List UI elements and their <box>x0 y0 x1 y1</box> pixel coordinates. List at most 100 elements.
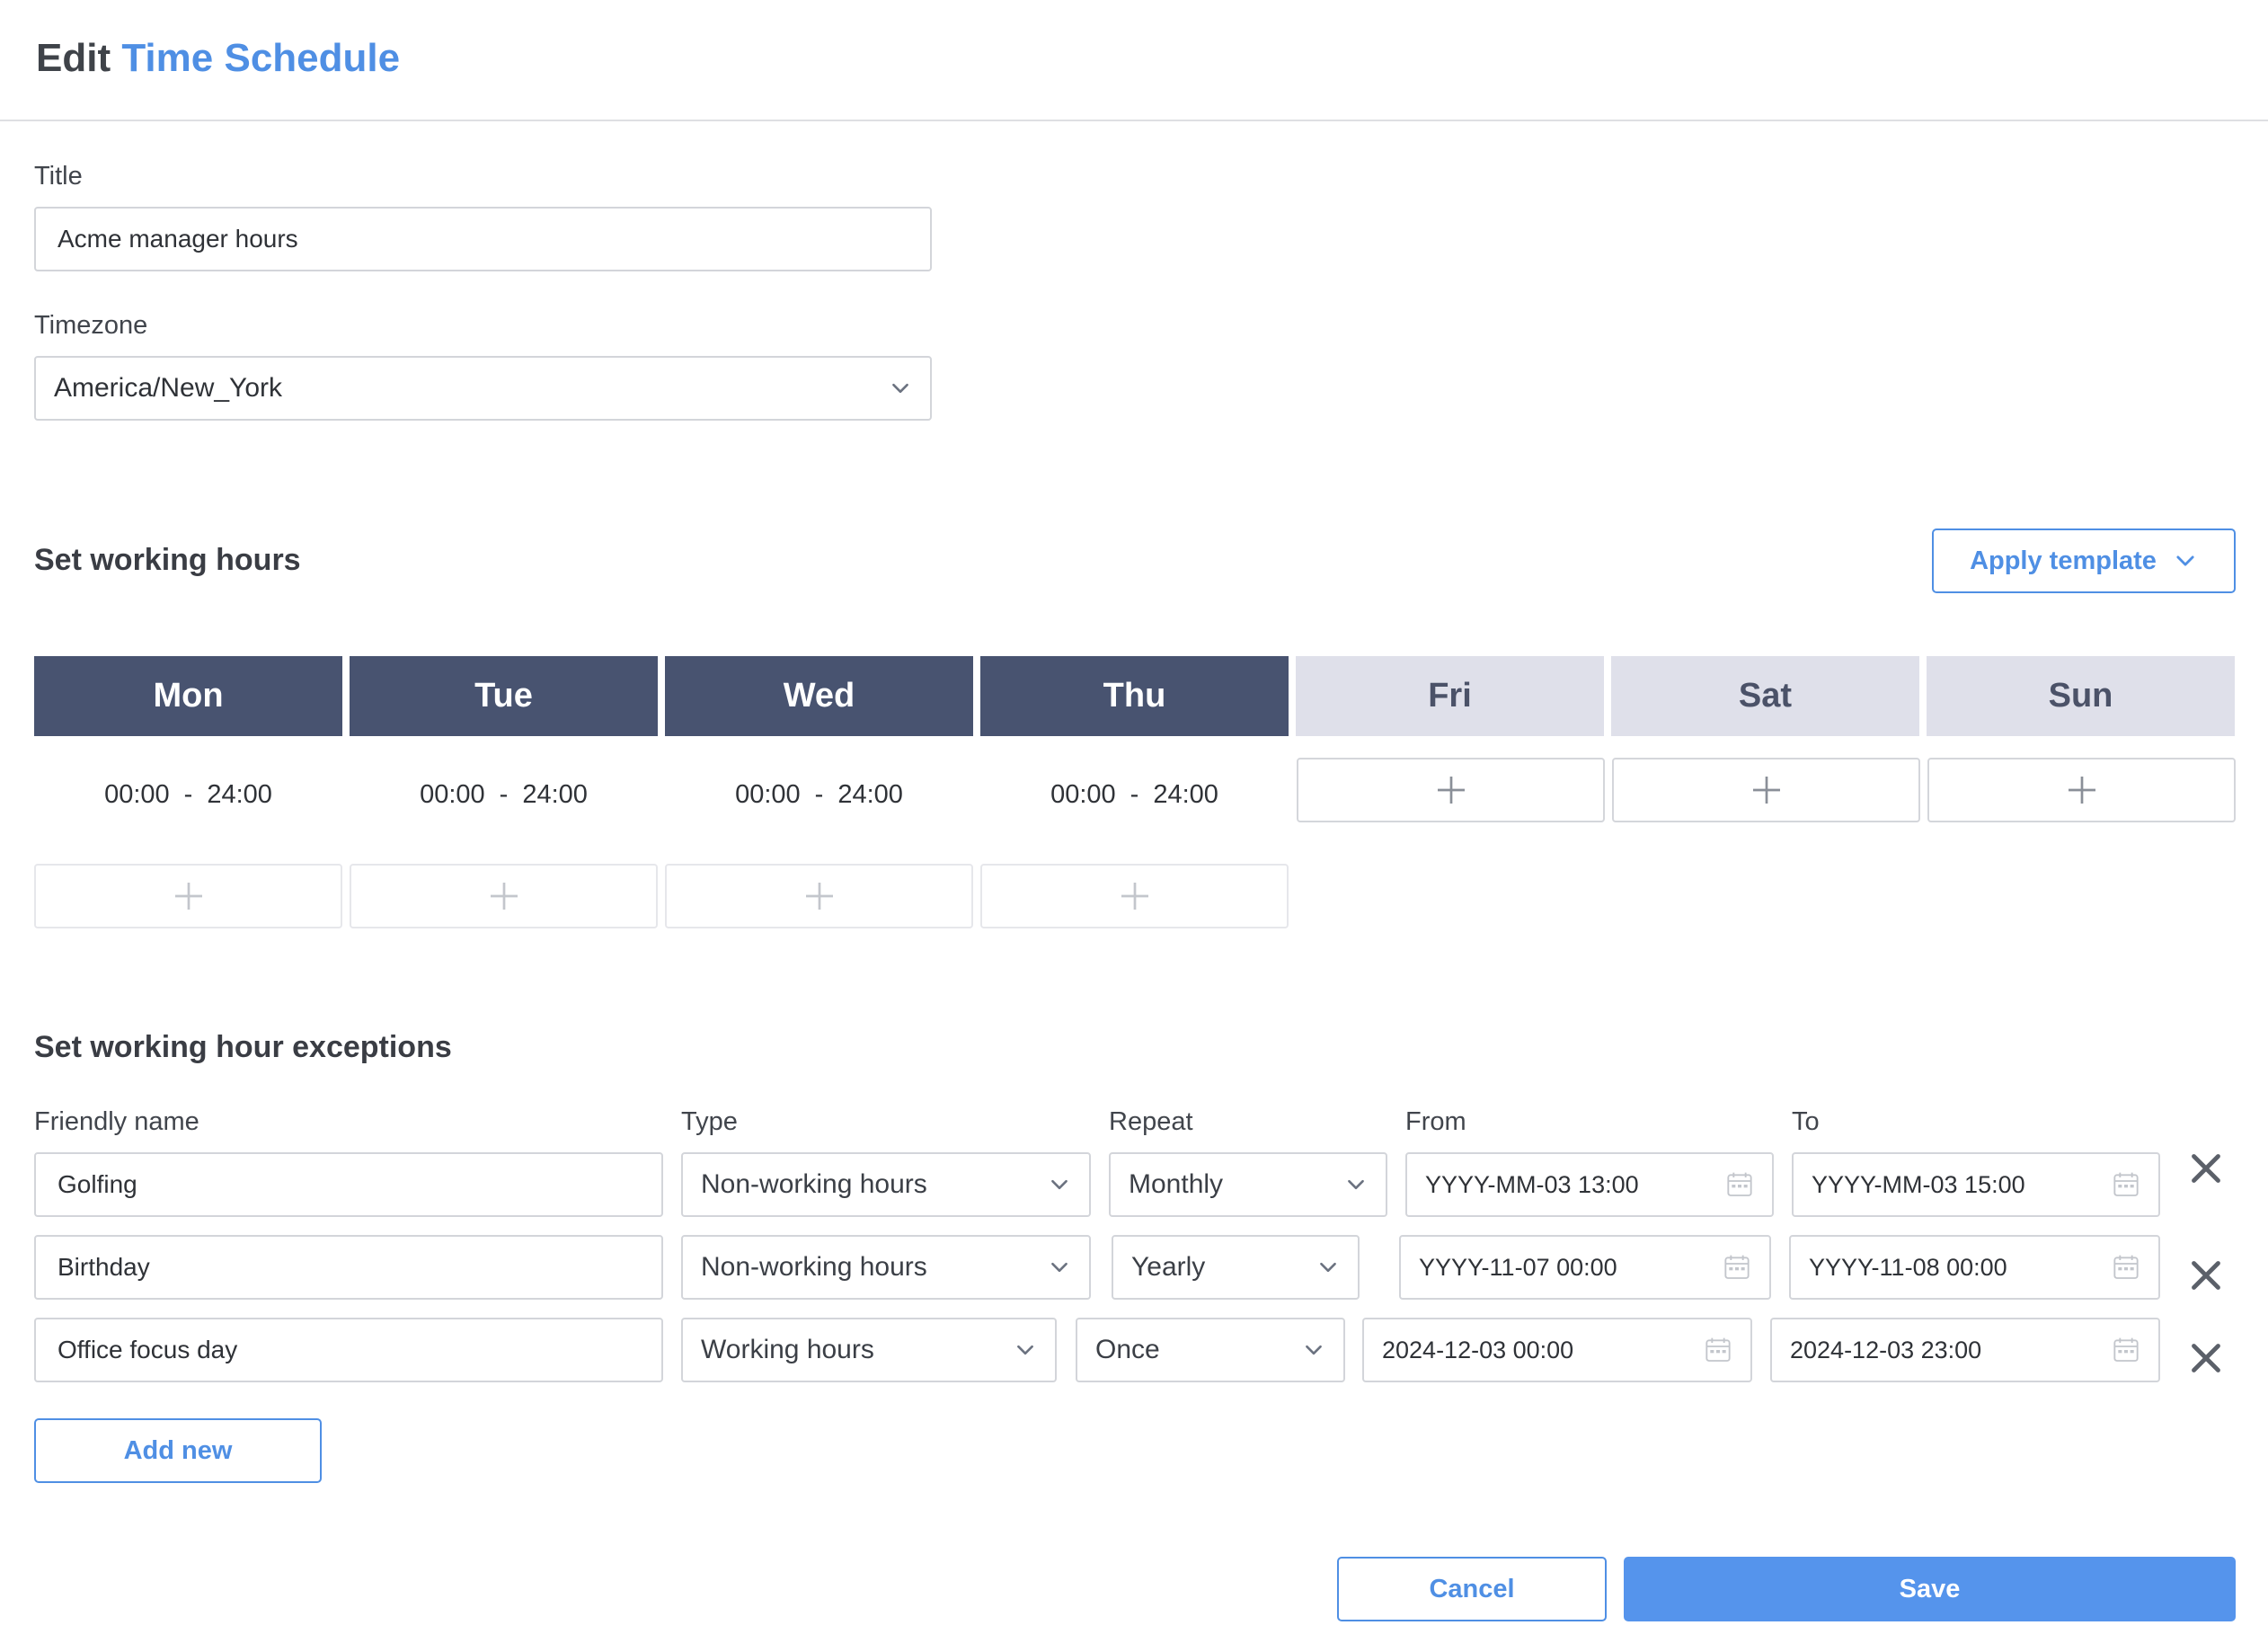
exception-type-value: Working hours <box>701 1335 874 1364</box>
timezone-value: America/New_York <box>54 373 282 403</box>
chevron-down-icon <box>889 377 912 400</box>
exception-from-value: YYYY-MM-03 13:00 <box>1425 1170 1639 1198</box>
exception-name-input[interactable]: Birthday <box>34 1235 663 1300</box>
exception-to-value: YYYY-11-08 00:00 <box>1809 1253 2007 1281</box>
time-range-thu[interactable]: 00:00 - 24:00 <box>980 773 1289 816</box>
remove-exception-button[interactable] <box>2189 1341 2223 1375</box>
timezone-select[interactable]: America/New_York <box>34 356 932 421</box>
save-label: Save <box>1899 1574 1961 1603</box>
close-icon <box>2190 1152 2222 1185</box>
header-divider <box>0 120 2268 121</box>
plus-icon <box>1119 880 1151 912</box>
exception-repeat-value: Yearly <box>1131 1252 1206 1282</box>
plus-icon <box>173 880 205 912</box>
chevron-down-icon <box>1302 1338 1325 1362</box>
day-header-wed[interactable]: Wed <box>665 656 973 736</box>
column-header-repeat: Repeat <box>1109 1107 1193 1136</box>
exception-repeat-value: Once <box>1095 1335 1160 1364</box>
chevron-down-icon <box>1344 1173 1368 1196</box>
calendar-icon[interactable] <box>1723 1253 1751 1282</box>
cancel-button[interactable]: Cancel <box>1337 1557 1607 1621</box>
chevron-down-icon <box>1014 1338 1037 1362</box>
exception-type-value: Non-working hours <box>701 1169 927 1199</box>
time-to[interactable]: 24:00 <box>837 780 903 810</box>
working-hours-title: Set working hours <box>34 543 301 577</box>
exception-to-input[interactable]: 2024-12-03 23:00 <box>1770 1318 2160 1382</box>
chevron-down-icon <box>1048 1256 1071 1279</box>
day-header-mon[interactable]: Mon <box>34 656 342 736</box>
day-header-fri[interactable]: Fri <box>1296 656 1604 736</box>
add-slot-button-sun[interactable] <box>1927 758 2236 822</box>
time-range-mon[interactable]: 00:00 - 24:00 <box>34 773 342 816</box>
day-header-tue[interactable]: Tue <box>350 656 658 736</box>
add-slot-button-fri[interactable] <box>1297 758 1605 822</box>
time-separator: - <box>814 779 824 809</box>
plus-icon <box>2066 774 2098 806</box>
exception-name-input[interactable]: Golfing <box>34 1152 663 1217</box>
save-button[interactable]: Save <box>1624 1557 2236 1621</box>
exceptions-title: Set working hour exceptions <box>34 1030 452 1064</box>
plus-icon <box>803 880 836 912</box>
time-from[interactable]: 00:00 <box>1050 780 1116 810</box>
calendar-icon[interactable] <box>2112 1170 2140 1199</box>
exception-repeat-select[interactable]: Yearly <box>1112 1235 1360 1300</box>
page-title-prefix: Edit <box>36 36 111 80</box>
calendar-icon[interactable] <box>2112 1336 2140 1364</box>
add-slot-button-thu[interactable] <box>980 864 1289 928</box>
title-label: Title <box>34 162 83 191</box>
close-icon <box>2190 1259 2222 1292</box>
exception-to-input[interactable]: YYYY-11-08 00:00 <box>1789 1235 2160 1300</box>
add-new-exception-button[interactable]: Add new <box>34 1418 322 1483</box>
exception-name-value: Birthday <box>58 1253 150 1281</box>
add-new-label: Add new <box>123 1435 233 1465</box>
time-from[interactable]: 00:00 <box>104 780 170 810</box>
add-slot-button-wed[interactable] <box>665 864 973 928</box>
day-header-sun[interactable]: Sun <box>1927 656 2235 736</box>
time-from[interactable]: 00:00 <box>735 780 801 810</box>
time-to[interactable]: 24:00 <box>522 780 588 810</box>
day-label: Thu <box>1103 677 1166 715</box>
add-slot-button-sat[interactable] <box>1612 758 1920 822</box>
time-to[interactable]: 24:00 <box>207 780 272 810</box>
day-header-thu[interactable]: Thu <box>980 656 1289 736</box>
title-input[interactable]: Acme manager hours <box>34 207 932 271</box>
column-header-type: Type <box>681 1107 738 1136</box>
time-separator: - <box>499 779 509 809</box>
apply-template-button[interactable]: Apply template <box>1932 528 2236 593</box>
exception-repeat-select[interactable]: Once <box>1076 1318 1345 1382</box>
chevron-down-icon <box>1316 1256 1340 1279</box>
day-label: Tue <box>474 677 533 715</box>
apply-template-label: Apply template <box>1970 546 2157 575</box>
calendar-icon[interactable] <box>1725 1170 1754 1199</box>
exception-repeat-value: Monthly <box>1129 1169 1224 1199</box>
exception-type-select[interactable]: Non-working hours <box>681 1235 1091 1300</box>
exception-to-input[interactable]: YYYY-MM-03 15:00 <box>1792 1152 2160 1217</box>
exception-type-select[interactable]: Non-working hours <box>681 1152 1091 1217</box>
exception-type-value: Non-working hours <box>701 1252 927 1282</box>
day-label: Wed <box>783 677 855 715</box>
time-to[interactable]: 24:00 <box>1153 780 1218 810</box>
remove-exception-button[interactable] <box>2189 1151 2223 1186</box>
add-slot-button-tue[interactable] <box>350 864 658 928</box>
exception-repeat-select[interactable]: Monthly <box>1109 1152 1387 1217</box>
remove-exception-button[interactable] <box>2189 1258 2223 1292</box>
exception-from-value: 2024-12-03 00:00 <box>1382 1336 1574 1363</box>
exception-from-input[interactable]: YYYY-11-07 00:00 <box>1399 1235 1771 1300</box>
day-label: Fri <box>1428 677 1472 715</box>
time-range-tue[interactable]: 00:00 - 24:00 <box>350 773 658 816</box>
exception-from-input[interactable]: YYYY-MM-03 13:00 <box>1405 1152 1774 1217</box>
add-slot-button-mon[interactable] <box>34 864 342 928</box>
exception-name-input[interactable]: Office focus day <box>34 1318 663 1382</box>
time-from[interactable]: 00:00 <box>420 780 485 810</box>
calendar-icon[interactable] <box>1704 1336 1732 1364</box>
plus-icon <box>488 880 520 912</box>
day-header-sat[interactable]: Sat <box>1611 656 1919 736</box>
exception-type-select[interactable]: Working hours <box>681 1318 1057 1382</box>
plus-icon <box>1435 774 1467 806</box>
calendar-icon[interactable] <box>2112 1253 2140 1282</box>
day-label: Sat <box>1738 677 1793 715</box>
chevron-down-icon <box>2173 548 2198 573</box>
exception-from-input[interactable]: 2024-12-03 00:00 <box>1362 1318 1752 1382</box>
plus-icon <box>1750 774 1783 806</box>
time-range-wed[interactable]: 00:00 - 24:00 <box>665 773 973 816</box>
